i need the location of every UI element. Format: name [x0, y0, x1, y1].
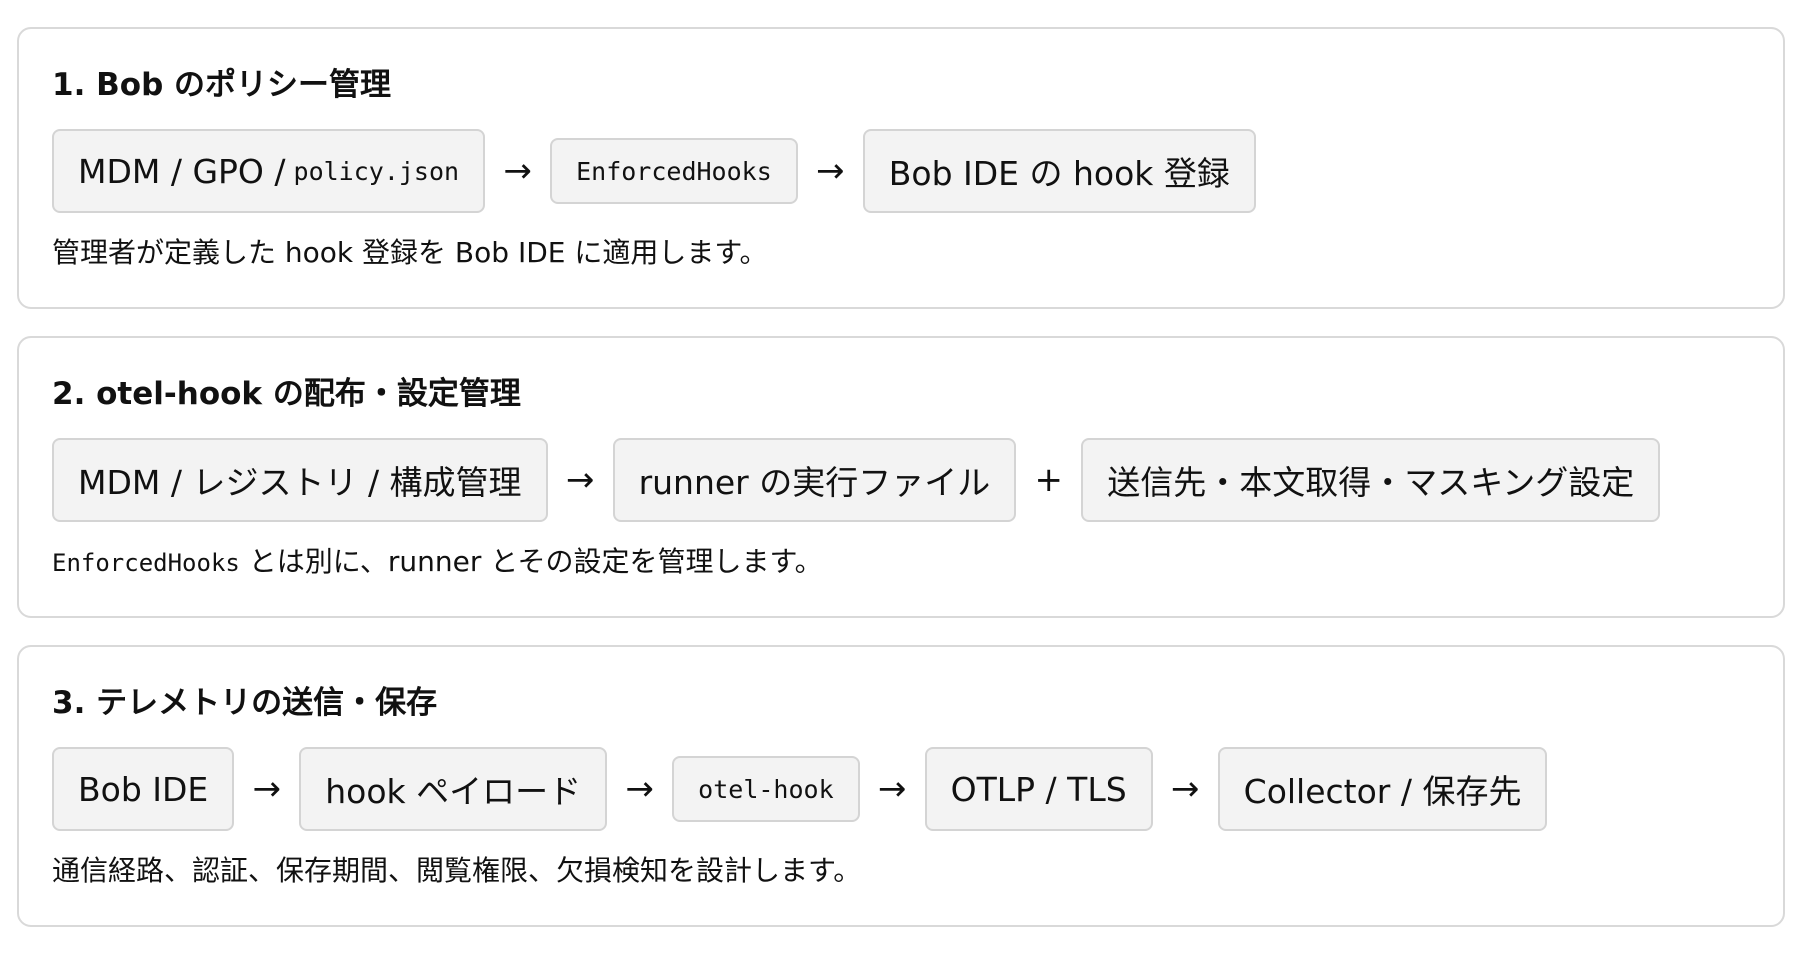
flow-node-code: EnforcedHooks — [576, 156, 772, 186]
telemetry-transmission-panel: 3. テレメトリの送信・保存 Bob IDE → hook ペイロード → ot… — [17, 645, 1785, 927]
arrow-right-icon: → — [877, 769, 907, 809]
flow-node-mdm-gpo-policy: MDM / GPO / policy.json — [52, 129, 486, 213]
arrow-right-icon: → — [503, 151, 532, 191]
flow-node-otel-hook: otel-hook — [672, 756, 860, 822]
flow-node-mdm-registry-config: MDM / レジストリ / 構成管理 — [52, 438, 548, 522]
arrow-right-icon: → — [565, 460, 595, 500]
flow-node-runner-executable: runner の実行ファイル — [612, 438, 1017, 522]
section-title: 2. otel-hook の配布・設定管理 — [52, 376, 521, 412]
section-title: 1. Bob のポリシー管理 — [52, 67, 392, 103]
flow-node-label: Collector / 保存先 — [1243, 772, 1522, 811]
flow-node-bob-ide-hook-registration: Bob IDE の hook 登録 — [862, 129, 1256, 213]
flow-node-label: hook ペイロード — [325, 772, 582, 811]
flow-node-hook-payload: hook ペイロード — [299, 747, 608, 831]
flow-node-code: otel-hook — [698, 774, 834, 804]
arrow-right-icon: → — [625, 769, 654, 809]
arrow-right-icon: → — [816, 151, 845, 191]
flow-node-code: policy.json — [293, 156, 460, 186]
flow-node-label: MDM / GPO / — [78, 151, 286, 191]
policy-flow: MDM / GPO / policy.json → EnforcedHooks … — [52, 129, 1256, 213]
flow-node-bob-ide: Bob IDE — [52, 747, 235, 831]
distribution-flow: MDM / レジストリ / 構成管理 → runner の実行ファイル + 送信… — [52, 438, 1661, 522]
flow-node-label: 送信先・本文取得・マスキング設定 — [1107, 463, 1635, 502]
description-text: とは別に、runner とその設定を管理します。 — [239, 545, 823, 578]
flow-node-label: runner の実行ファイル — [638, 463, 991, 502]
arrow-right-icon: → — [1170, 769, 1200, 809]
flow-node-label: MDM / レジストリ / 構成管理 — [78, 463, 522, 502]
otel-hook-distribution-panel: 2. otel-hook の配布・設定管理 MDM / レジストリ / 構成管理… — [17, 336, 1785, 618]
policy-management-panel: 1. Bob のポリシー管理 MDM / GPO / policy.json →… — [17, 27, 1785, 309]
flow-node-collector-storage: Collector / 保存先 — [1217, 747, 1548, 831]
flow-node-destination-settings: 送信先・本文取得・マスキング設定 — [1081, 438, 1661, 522]
flow-node-label: Bob IDE — [78, 769, 209, 809]
flow-node-label: Bob IDE の hook 登録 — [888, 154, 1230, 193]
flow-node-enforced-hooks: EnforcedHooks — [550, 138, 798, 204]
section-description: EnforcedHooks とは別に、runner とその設定を管理します。 — [52, 544, 823, 580]
flow-node-label: OTLP / TLS — [950, 769, 1127, 809]
section-title: 3. テレメトリの送信・保存 — [52, 685, 438, 721]
plus-icon: + — [1034, 460, 1064, 500]
telemetry-flow: Bob IDE → hook ペイロード → otel-hook → OTLP … — [52, 747, 1548, 831]
flow-node-otlp-tls: OTLP / TLS — [924, 747, 1153, 831]
section-description: 管理者が定義した hook 登録を Bob IDE に適用します。 — [52, 236, 768, 269]
description-code: EnforcedHooks — [52, 549, 240, 577]
arrow-right-icon: → — [252, 769, 282, 809]
section-description: 通信経路、認証、保存期間、閲覧権限、欠損検知を設計します。 — [52, 854, 862, 887]
